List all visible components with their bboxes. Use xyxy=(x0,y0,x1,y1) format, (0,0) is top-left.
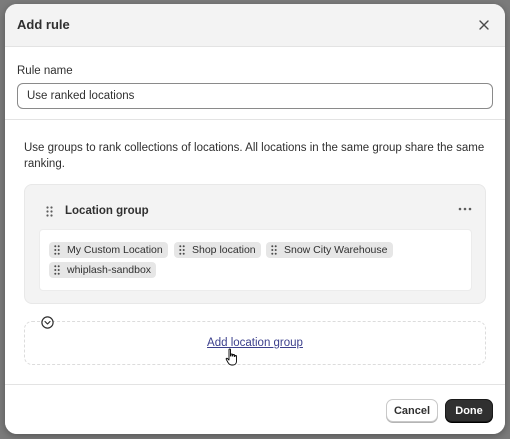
close-button[interactable] xyxy=(475,16,493,34)
location-tag[interactable]: whiplash-sandbox xyxy=(49,262,157,278)
chevron-down-circle-icon xyxy=(41,316,54,329)
location-tag-list: My Custom Location Shop location Snow Ci… xyxy=(39,229,472,291)
done-button[interactable]: Done xyxy=(445,399,493,422)
close-icon xyxy=(479,20,489,30)
drag-handle-icon xyxy=(177,244,187,256)
drag-handle-icon xyxy=(45,205,53,217)
cancel-button[interactable]: Cancel xyxy=(386,399,438,422)
add-rule-dialog: Add rule Rule name Use groups to rank co… xyxy=(5,4,505,434)
rule-name-input[interactable] xyxy=(17,83,493,109)
rule-name-section: Rule name xyxy=(5,47,505,120)
location-tag-label: My Custom Location xyxy=(67,244,163,256)
dialog-footer: Cancel Done xyxy=(5,384,505,434)
location-tag[interactable]: Snow City Warehouse xyxy=(266,242,393,258)
more-horizontal-icon xyxy=(458,207,472,211)
group-drag-handle[interactable] xyxy=(44,204,54,218)
add-location-group-dropzone: Add location group xyxy=(24,321,486,365)
dialog-title: Add rule xyxy=(17,17,70,32)
location-tag[interactable]: My Custom Location xyxy=(49,242,168,258)
drag-handle-icon xyxy=(52,244,62,256)
rule-description: Use groups to rank collections of locati… xyxy=(24,142,485,170)
location-group-card: Location group My Custom Location Shop l… xyxy=(24,184,486,304)
location-tag-label: Snow City Warehouse xyxy=(284,244,388,256)
hand-pointer-cursor-icon xyxy=(225,348,237,366)
location-tag-label: Shop location xyxy=(192,244,256,256)
location-group-title: Location group xyxy=(65,205,149,217)
location-tag[interactable]: Shop location xyxy=(174,242,261,258)
rule-name-label: Rule name xyxy=(17,65,73,77)
location-tag-label: whiplash-sandbox xyxy=(67,264,152,276)
collapse-toggle[interactable] xyxy=(41,316,54,329)
group-more-actions-button[interactable] xyxy=(455,203,475,215)
add-location-group-link[interactable]: Add location group xyxy=(25,337,485,349)
drag-handle-icon xyxy=(269,244,279,256)
drag-handle-icon xyxy=(52,264,62,276)
dialog-header: Add rule xyxy=(5,4,505,47)
